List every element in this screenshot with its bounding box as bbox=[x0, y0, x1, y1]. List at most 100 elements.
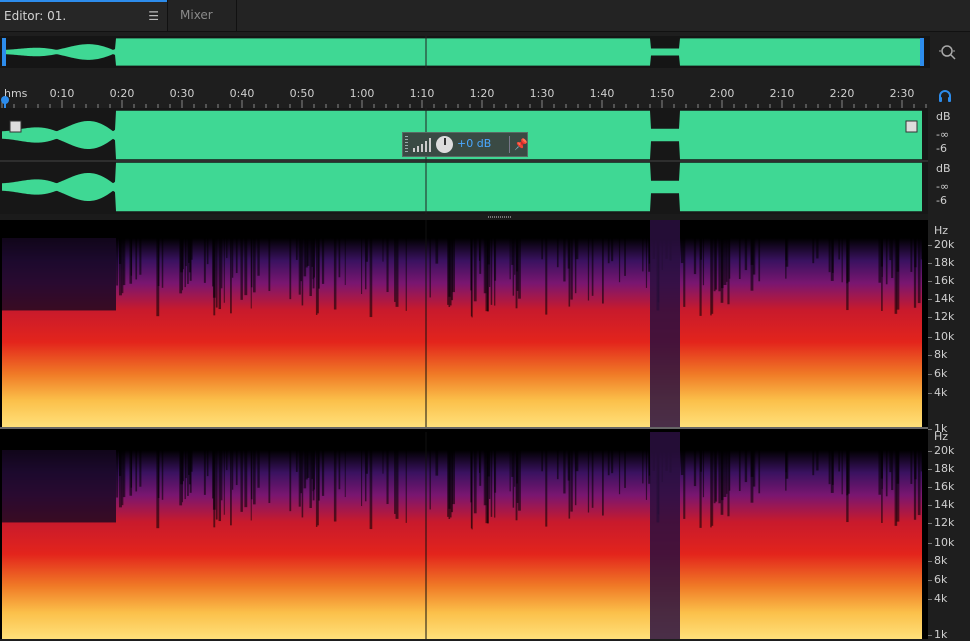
spectral-streak bbox=[206, 450, 209, 477]
time-ruler[interactable]: hms 0:10 0:20 0:30 0:40 0:50 1:00 1:10 1:20 1:30… bbox=[0, 84, 928, 108]
spectral-streak bbox=[591, 450, 594, 508]
spectral-streak bbox=[185, 238, 187, 267]
spectral-streak bbox=[313, 450, 315, 490]
spectral-streak bbox=[344, 238, 346, 286]
waveform-envelope bbox=[2, 162, 922, 212]
level-bars-icon bbox=[413, 138, 431, 152]
spectral-streak bbox=[878, 238, 882, 283]
spectral-streak bbox=[910, 238, 913, 272]
hz-scale-label: 14k bbox=[934, 292, 955, 305]
spectral-streak bbox=[728, 450, 731, 491]
spectral-streak bbox=[726, 238, 728, 282]
tab-menu-icon[interactable]: ☰ bbox=[148, 2, 159, 31]
spectral-streak bbox=[479, 450, 482, 486]
spectral-streak bbox=[693, 450, 697, 487]
spectral-streak bbox=[369, 450, 373, 530]
gain-knob[interactable] bbox=[436, 136, 453, 153]
spectral-gap bbox=[650, 220, 680, 427]
spectral-streak bbox=[642, 238, 644, 272]
spectral-streak bbox=[382, 238, 384, 262]
spectral-streak bbox=[231, 238, 234, 278]
spectral-streak bbox=[715, 238, 718, 290]
spectral-streak bbox=[321, 238, 325, 284]
spectral-streak bbox=[750, 450, 754, 477]
spectral-streak bbox=[728, 238, 731, 279]
ruler-tick-label: 1:40 bbox=[589, 87, 615, 100]
spectral-streak bbox=[683, 450, 686, 519]
spectral-streak bbox=[306, 238, 310, 266]
spectral-streak bbox=[306, 450, 310, 478]
spectral-streak bbox=[618, 238, 621, 283]
spectral-streak bbox=[218, 238, 222, 310]
zoom-icon[interactable] bbox=[938, 42, 958, 62]
spectral-streak bbox=[119, 450, 122, 508]
db-six-label: -6 bbox=[936, 142, 947, 155]
spectral-streak bbox=[344, 450, 346, 498]
spectral-streak bbox=[429, 238, 431, 298]
tab-mixer[interactable]: Mixer bbox=[167, 0, 237, 31]
hz-scale-label: 10k bbox=[934, 536, 955, 549]
hz-scale-label: 14k bbox=[934, 498, 955, 511]
spectral-streak bbox=[429, 450, 431, 510]
spectral-streak bbox=[490, 450, 493, 517]
spectral-streak bbox=[268, 450, 271, 504]
spectral-streak bbox=[116, 238, 119, 286]
gain-hud[interactable]: +0 dB 📌 bbox=[402, 132, 528, 157]
spectral-streak bbox=[303, 450, 307, 489]
hz-scale-label: 20k bbox=[934, 238, 955, 251]
spectral-streak bbox=[914, 450, 917, 480]
playhead-marker[interactable] bbox=[0, 96, 10, 108]
spectral-streak bbox=[812, 238, 815, 264]
spectral-streak bbox=[509, 238, 511, 280]
spectral-streak bbox=[841, 450, 843, 495]
waveform-view[interactable] bbox=[0, 108, 928, 214]
ruler-tick-label: 0:30 bbox=[169, 87, 195, 100]
spectral-streak bbox=[846, 450, 849, 523]
spectral-streak bbox=[718, 450, 721, 504]
spectral-streak bbox=[570, 450, 573, 512]
hud-grip[interactable] bbox=[405, 136, 408, 153]
spectral-streak bbox=[556, 450, 559, 480]
spectral-streak bbox=[828, 450, 831, 485]
spectral-streak bbox=[223, 450, 225, 515]
pin-icon[interactable]: 📌 bbox=[514, 138, 528, 151]
overview-navigator[interactable] bbox=[0, 36, 930, 68]
overview-left-handle[interactable] bbox=[2, 38, 6, 66]
spectral-streak bbox=[607, 238, 610, 264]
spectral-streak bbox=[382, 450, 384, 474]
spectral-streak bbox=[891, 450, 894, 491]
hz-scale-label: 10k bbox=[934, 330, 955, 343]
ruler-tick-label: 1:00 bbox=[349, 87, 375, 100]
waveform-channels bbox=[0, 108, 928, 214]
spectral-display bbox=[0, 220, 928, 639]
spectral-streak bbox=[487, 450, 490, 477]
hz-scale-tick bbox=[928, 505, 932, 506]
spectral-streak bbox=[512, 238, 515, 296]
overview-right-handle[interactable] bbox=[920, 38, 924, 66]
gain-value[interactable]: +0 dB bbox=[457, 137, 491, 150]
ruler-tick-label: 0:10 bbox=[49, 87, 75, 100]
headphone-icon[interactable] bbox=[937, 88, 953, 104]
spectral-streak bbox=[541, 450, 543, 472]
spectral-streak bbox=[645, 238, 648, 288]
spectral-streak bbox=[487, 238, 490, 265]
spectral-streak bbox=[405, 450, 407, 523]
spectral-streak bbox=[311, 450, 313, 479]
spectral-view[interactable] bbox=[0, 220, 928, 639]
fade-out-handle[interactable] bbox=[905, 120, 918, 133]
spectral-streak bbox=[333, 450, 337, 522]
spectral-streak bbox=[386, 238, 389, 293]
spectral-streak bbox=[182, 450, 184, 482]
spectral-streak bbox=[298, 238, 301, 295]
hz-scale-tick bbox=[928, 317, 932, 318]
spectral-streak bbox=[896, 450, 900, 484]
spectral-streak bbox=[338, 238, 341, 278]
spectral-streak bbox=[750, 238, 754, 265]
ruler-tick-label: 2:20 bbox=[829, 87, 855, 100]
spectral-streak bbox=[509, 450, 511, 492]
spectral-streak bbox=[130, 450, 133, 488]
spectral-streak bbox=[885, 450, 888, 497]
fade-in-handle[interactable] bbox=[9, 120, 22, 133]
tab-editor[interactable]: Editor: 01. Nachzehrer.mp3 ☰ bbox=[0, 0, 167, 52]
spectral-streak bbox=[891, 238, 894, 279]
